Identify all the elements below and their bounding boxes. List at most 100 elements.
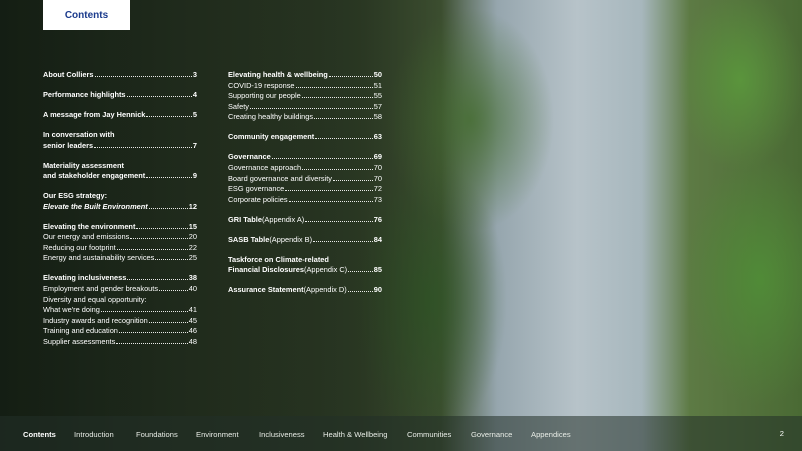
toc-column-left: About Colliers 3 Performance highlights 4 A … — [43, 70, 197, 357]
toc-link[interactable]: Community engagement 63 — [228, 132, 382, 143]
toc-leader-dots — [347, 291, 373, 293]
toc-sub-link[interactable]: Employment and gender breakouts 40 — [43, 284, 197, 295]
toc-sub-link[interactable]: Corporate policies 73 — [228, 195, 382, 206]
toc-leader-dots — [249, 107, 373, 109]
toc-title: Governance — [228, 152, 271, 162]
toc-entry: GRI Table (Appendix A) 76 — [228, 215, 382, 226]
toc-page-number: 90 — [373, 285, 382, 295]
toc-title: Elevate the Built Environment — [43, 201, 148, 211]
toc-page-number: 50 — [373, 70, 382, 79]
toc-leader-dots — [315, 138, 373, 140]
nav-item[interactable]: Introduction — [74, 430, 114, 439]
toc-sub-link[interactable]: What we're doing 41 — [43, 305, 197, 316]
contents-tab[interactable]: Contents — [43, 0, 130, 30]
toc-section-link[interactable]: Governance 69 — [228, 152, 382, 163]
toc-page-number: 70 — [373, 162, 382, 172]
toc-title: Supporting our people — [228, 91, 301, 101]
toc-leader-dots — [295, 86, 373, 88]
toc-page-number: 55 — [373, 91, 382, 101]
toc-leader-dots — [302, 168, 373, 170]
toc-title: Corporate policies — [228, 194, 288, 204]
toc-page-number: 4 — [192, 89, 197, 99]
toc-leader-dots — [116, 343, 188, 345]
toc-link[interactable]: About Colliers 3 — [43, 70, 197, 81]
toc-link[interactable]: senior leaders 7 — [43, 141, 197, 152]
toc-sub-link[interactable]: ESG governance 72 — [228, 184, 382, 195]
toc-page-number: 76 — [373, 214, 382, 224]
toc-leader-dots — [94, 146, 192, 148]
toc-entry: Governance 69 Governance approach 70 Board g… — [228, 152, 382, 205]
toc-sub-link[interactable]: Safety 57 — [228, 102, 382, 113]
toc-leader-dots — [332, 179, 373, 181]
toc-title: Our energy and emissions — [43, 232, 130, 242]
toc-page-number: 84 — [373, 234, 382, 244]
toc-leader-dots — [155, 259, 188, 261]
toc-link[interactable]: Performance highlights 4 — [43, 90, 197, 101]
toc-title: ESG governance — [228, 184, 285, 194]
toc-page-number: 25 — [188, 253, 197, 263]
nav-item[interactable]: Inclusiveness — [259, 430, 305, 439]
toc-sub-link[interactable]: Governance approach 70 — [228, 163, 382, 174]
toc-link[interactable]: GRI Table (Appendix A) 76 — [228, 215, 382, 226]
toc-entry: About Colliers 3 — [43, 70, 197, 81]
toc-title: GRI Table — [228, 214, 262, 224]
toc-page-number: 63 — [373, 132, 382, 142]
toc-leader-dots — [126, 95, 192, 97]
toc-leader-dots — [314, 118, 373, 120]
toc-sub-link[interactable]: COVID-19 response 51 — [228, 81, 382, 92]
toc-title: About Colliers — [43, 70, 94, 79]
toc-title-line: Materiality assessment — [43, 160, 124, 170]
toc-link[interactable]: and stakeholder engagement 9 — [43, 171, 197, 182]
toc-sub-link[interactable]: Reducing our footprint 22 — [43, 243, 197, 254]
toc-title: A message from Jay Hennick — [43, 109, 146, 119]
toc-link[interactable]: A message from Jay Hennick 5 — [43, 110, 197, 121]
toc-page-number: 20 — [188, 232, 197, 242]
toc-sub-link[interactable]: Supplier assessments 48 — [43, 337, 197, 348]
toc-leader-dots — [94, 76, 192, 77]
page-number: 2 — [779, 429, 784, 438]
toc-sub-link[interactable]: Creating healthy buildings 58 — [228, 112, 382, 123]
toc-sub-link[interactable]: Training and education 46 — [43, 326, 197, 337]
nav-item[interactable]: Contents — [23, 430, 56, 439]
toc-entry: Our ESG strategy: Elevate the Built Envir… — [43, 191, 197, 212]
toc-sub-link[interactable]: Industry awards and recognition 45 — [43, 316, 197, 327]
toc-section-link[interactable]: Elevating inclusiveness 38 — [43, 273, 197, 284]
toc-page-number: 51 — [373, 80, 382, 90]
toc-link[interactable]: SASB Table (Appendix B) 84 — [228, 235, 382, 246]
toc-entry: Elevating health & wellbeing 50 COVID-19 r… — [228, 70, 382, 123]
toc-page-number: 41 — [188, 305, 197, 315]
toc-sub-link[interactable]: Energy and sustainability services 25 — [43, 253, 197, 264]
toc-title: Supplier assessments — [43, 337, 116, 347]
toc-title: Community engagement — [228, 132, 315, 142]
toc-leader-dots — [159, 290, 188, 292]
toc-page-number: 58 — [373, 112, 382, 122]
toc-appendix-label: (Appendix C) — [304, 265, 348, 275]
toc-leader-dots — [313, 240, 373, 242]
toc-page-number: 40 — [188, 284, 197, 294]
nav-item[interactable]: Environment — [196, 430, 239, 439]
toc-link[interactable]: Assurance Statement (Appendix D) 90 — [228, 285, 382, 296]
toc-link[interactable]: Financial Disclosures (Appendix C) 85 — [228, 265, 382, 276]
toc-sub-link[interactable]: Our energy and emissions 20 — [43, 232, 197, 243]
toc-title-line: Our ESG strategy: — [43, 191, 108, 201]
toc-column-right: Elevating health & wellbeing 50 COVID-19 r… — [228, 70, 382, 305]
toc-leader-dots — [348, 271, 373, 273]
toc-page-number: 45 — [188, 315, 197, 325]
toc-leader-dots — [127, 279, 188, 281]
toc-link[interactable]: Elevate the Built Environment 12 — [43, 202, 197, 213]
nav-item[interactable]: Foundations — [136, 430, 178, 439]
toc-sub-link[interactable]: Supporting our people 55 — [228, 91, 382, 102]
nav-item[interactable]: Communities — [407, 430, 451, 439]
toc-section-link[interactable]: Elevating the environment 15 — [43, 222, 197, 233]
nav-item[interactable]: Governance — [471, 430, 512, 439]
toc-title: COVID-19 response — [228, 80, 295, 90]
toc-title: Elevating health & wellbeing — [228, 70, 328, 79]
toc-page-number: 3 — [192, 70, 197, 79]
toc-title: Industry awards and recognition — [43, 315, 148, 325]
toc-section-link[interactable]: Elevating health & wellbeing 50 — [228, 70, 382, 81]
toc-leader-dots — [148, 321, 188, 323]
nav-item[interactable]: Appendices — [531, 430, 571, 439]
toc-sub-link[interactable]: Board governance and diversity 70 — [228, 174, 382, 185]
toc-page-number: 9 — [192, 171, 197, 181]
nav-item[interactable]: Health & Wellbeing — [323, 430, 387, 439]
